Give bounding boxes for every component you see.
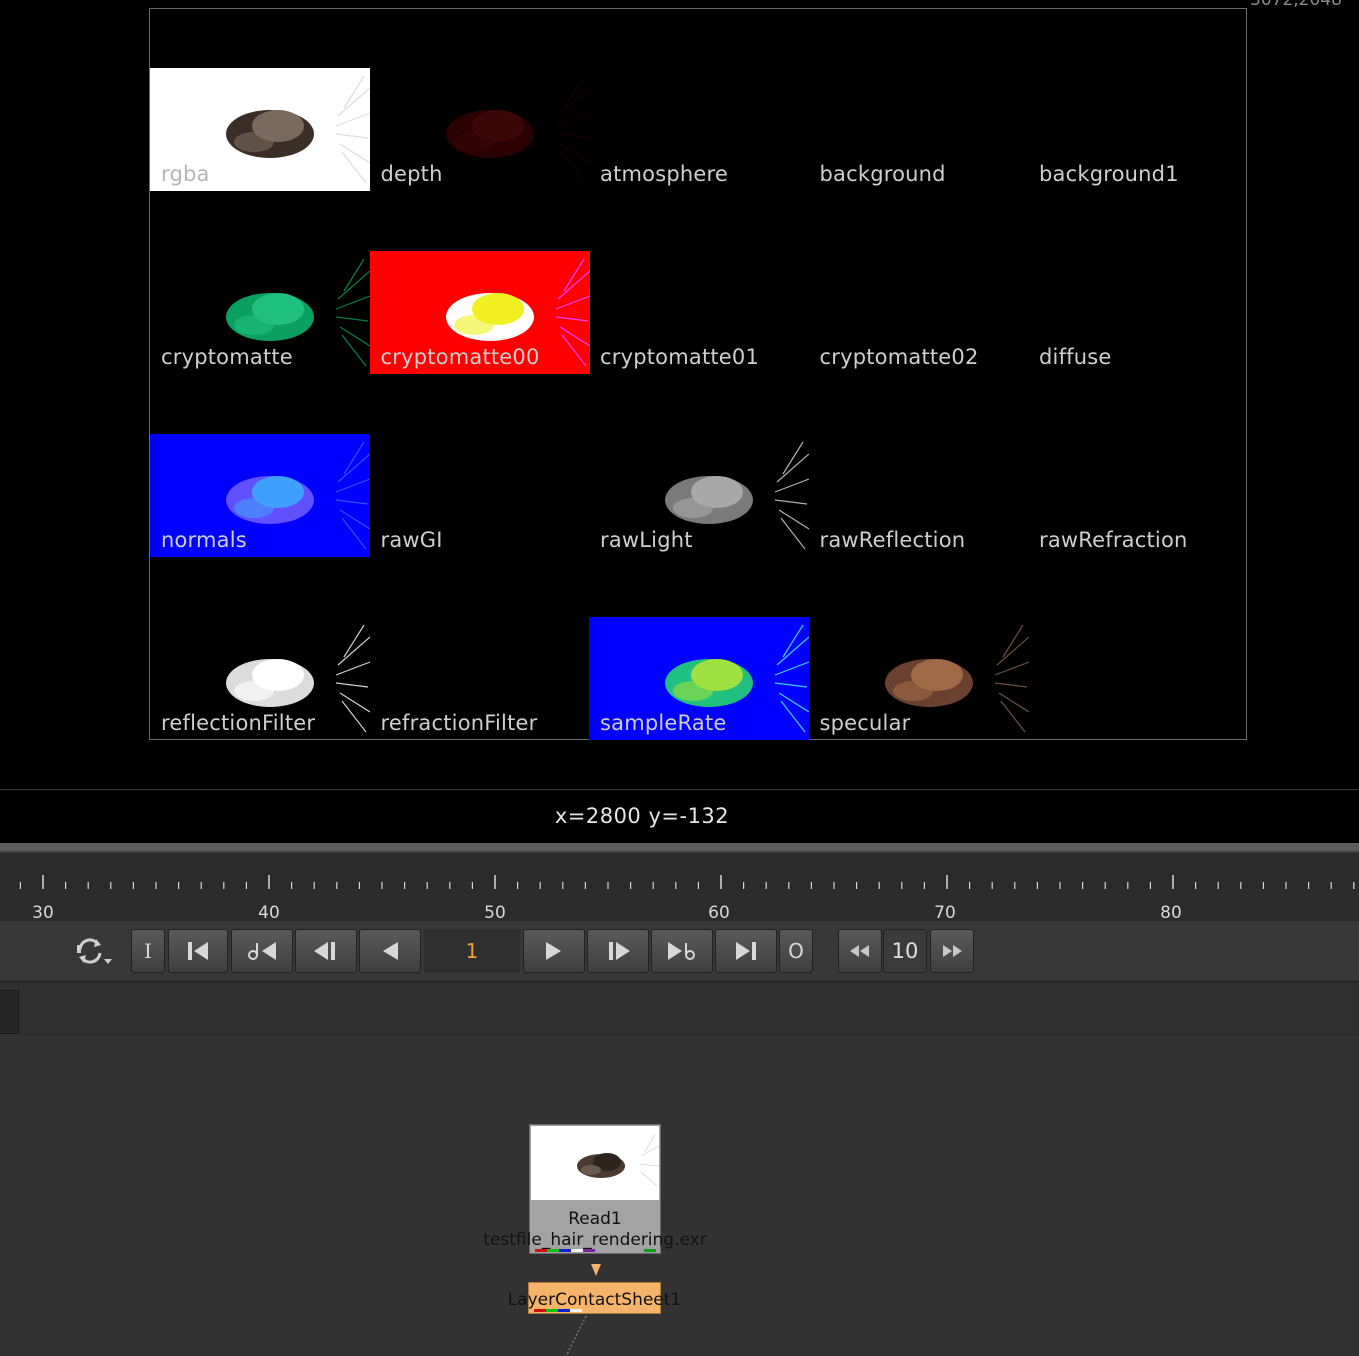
layer-label: background1 — [1039, 162, 1179, 186]
next-keyframe-icon — [668, 942, 695, 960]
panel-splitter[interactable] — [0, 843, 1359, 853]
layer-label: rawRefraction — [1039, 528, 1188, 552]
prev-keyframe-icon — [248, 942, 276, 960]
read-node-filename: testfile_hair_rendering.exr — [483, 1230, 707, 1250]
layer-label: refractionFilter — [380, 711, 538, 735]
step-back-icon — [314, 942, 335, 960]
layer-thumbnail-rawReflection: rawReflection — [809, 434, 1029, 557]
current-frame-field[interactable]: 1 — [424, 929, 520, 973]
viewer[interactable]: 3072,2048 rgba depth atmosphere background b… — [0, 0, 1359, 790]
prev-keyframe-button[interactable] — [231, 929, 293, 973]
layer-label: normals — [161, 528, 247, 552]
layer-label: rawLight — [600, 528, 693, 552]
skip-back-increment-button[interactable] — [838, 929, 882, 973]
panel-tab[interactable] — [0, 990, 19, 1034]
read-node-name: Read1 — [568, 1209, 622, 1229]
layer-label: diffuse — [1039, 345, 1112, 369]
layer-thumbnail-diffuse: diffuse — [1028, 251, 1248, 374]
layer-thumbnail-specular: specular — [809, 617, 1029, 740]
layer-thumbnail-normals: normals — [150, 434, 370, 557]
next-keyframe-button[interactable] — [651, 929, 713, 973]
layer-label: cryptomatte00 — [380, 345, 540, 369]
layer-thumbnail-rawRefraction: rawRefraction — [1028, 434, 1248, 557]
layer-thumbnail-atmosphere: atmosphere — [589, 68, 809, 191]
layer-label: reflectionFilter — [161, 711, 316, 735]
skip-forward-increment-button[interactable] — [930, 929, 974, 973]
layer-thumbnail-reflectionFilter: reflectionFilter — [150, 617, 370, 740]
tick-label: 40 — [258, 903, 280, 923]
layer-label: rawGI — [380, 528, 443, 552]
play-backward-button[interactable] — [359, 929, 421, 973]
layer-thumbnail-sampleRate: sampleRate — [589, 617, 809, 740]
layer-contact-sheet-name: LayerContactSheet1 — [507, 1290, 682, 1310]
timeline-ticks — [19, 875, 1355, 889]
frame-increment-field[interactable]: 10 — [883, 929, 927, 973]
in-point-label: I — [144, 939, 152, 963]
tick-label: 80 — [1160, 903, 1182, 923]
layer-thumbnail-refractionFilter: refractionFilter — [370, 617, 590, 740]
output-connection-line — [565, 1315, 587, 1356]
set-in-point-button[interactable]: I — [131, 929, 165, 973]
layer-label: cryptomatte01 — [600, 345, 760, 369]
layer-label: cryptomatte — [161, 345, 293, 369]
layer-label: specular — [819, 711, 911, 735]
layer-label: background — [819, 162, 946, 186]
set-out-point-button[interactable]: O — [779, 929, 813, 973]
rewind-icon — [850, 945, 869, 957]
tick-label: 30 — [32, 903, 54, 923]
layer-thumbnail-rgba: rgba — [150, 68, 370, 191]
fast-forward-icon — [943, 945, 962, 957]
layer-thumbnail-cryptomatte00: cryptomatte00 — [369, 251, 590, 374]
layer-label: depth — [380, 162, 443, 186]
layer-thumbnail-background: background — [809, 68, 1029, 191]
step-forward-icon — [609, 942, 630, 960]
viewer-info-bar: x=2800 y=-132 — [0, 789, 1359, 844]
tick-label: 70 — [934, 903, 956, 923]
tick-label: 60 — [708, 903, 730, 923]
connection-arrow-icon — [591, 1264, 601, 1276]
layer-label: sampleRate — [600, 711, 727, 735]
layer-thumbnail-cryptomatte01: cryptomatte01 — [589, 251, 809, 374]
timeline-ruler[interactable]: 30 40 50 60 70 80 — [0, 853, 1359, 923]
format-label: 3072,2048 — [1250, 0, 1342, 10]
layer-thumbnail-background1: background1 — [1028, 68, 1248, 191]
cursor-coordinates: x=2800 y=-132 — [554, 804, 730, 828]
play-icon — [546, 942, 561, 960]
layer-thumbnail-cryptomatte: cryptomatte — [150, 251, 370, 374]
out-point-label: O — [788, 939, 804, 963]
play-reverse-icon — [383, 942, 398, 960]
panel-tab-strip — [0, 982, 1359, 1037]
layer-thumbnail-depth: depth — [370, 68, 590, 191]
layer-thumbnail-cryptomatte02: cryptomatte02 — [809, 251, 1029, 374]
layer-thumbnail-rawLight: rawLight — [589, 434, 809, 557]
playback-controls: I 1 O 10 — [0, 921, 1359, 982]
hair-thumbnail-image — [577, 1133, 659, 1187]
tick-label: 50 — [484, 903, 506, 923]
play-forward-button[interactable] — [523, 929, 585, 973]
layer-label: rawReflection — [819, 528, 966, 552]
goto-start-button[interactable] — [168, 929, 228, 973]
contact-sheet: rgba depth atmosphere background background1… — [149, 8, 1247, 740]
layer-label: atmosphere — [600, 162, 728, 186]
next-frame-button[interactable] — [587, 929, 649, 973]
layer-label: cryptomatte02 — [819, 345, 979, 369]
playback-mode-icon[interactable] — [72, 935, 118, 967]
read-node-thumbnail — [531, 1126, 659, 1200]
goto-end-button[interactable] — [715, 929, 777, 973]
layer-label: rgba — [161, 162, 210, 186]
prev-frame-button[interactable] — [295, 929, 357, 973]
skip-start-icon — [188, 942, 208, 960]
node-graph[interactable]: Read1 testfile_hair_rendering.exr LayerC… — [0, 1036, 1359, 1356]
layer-thumbnail-rawGI: rawGI — [370, 434, 590, 557]
skip-end-icon — [736, 942, 756, 960]
